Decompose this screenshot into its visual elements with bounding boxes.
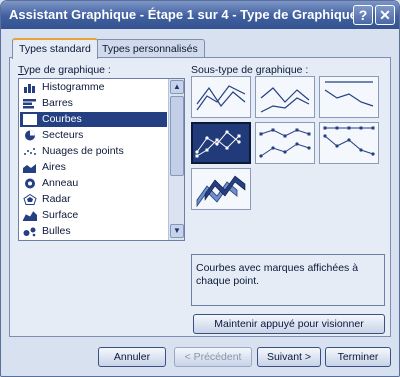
bubble-chart-icon xyxy=(23,226,37,237)
chart-wizard-dialog: Assistant Graphique - Étape 1 sur 4 - Ty… xyxy=(0,0,400,377)
subtype-label: Sous-type de graphique : xyxy=(191,64,309,76)
tab-panel: Type de graphique : Histogramme Barres Cou… xyxy=(9,57,391,337)
subtype-thumbnail xyxy=(324,81,374,107)
subtype-thumbnail xyxy=(260,87,310,113)
next-button[interactable]: Suivant > xyxy=(257,347,321,367)
chart-type-label: Type de graphique : xyxy=(18,64,111,76)
subtype-3d-line[interactable] xyxy=(191,168,251,210)
subtype-line[interactable] xyxy=(191,76,251,118)
chart-type-label-text: ype de graphique : xyxy=(23,64,111,76)
subtype-thumbnail xyxy=(323,126,375,156)
area-chart-icon xyxy=(23,162,37,173)
previous-button[interactable]: < Précédent xyxy=(174,347,252,367)
chart-type-item-anneau[interactable]: Anneau xyxy=(20,176,167,191)
chart-type-scrollbar[interactable]: ▲ ▼ xyxy=(168,79,184,240)
chart-type-list[interactable]: Histogramme Barres Courbes Secteurs Nuages d… xyxy=(18,78,185,241)
radar-chart-icon xyxy=(23,193,37,205)
subtype-thumbnail xyxy=(196,85,246,111)
tab-standard-types[interactable]: Types standard xyxy=(12,38,98,59)
chart-type-item-label: Radar xyxy=(42,193,71,205)
close-button[interactable]: ✕ xyxy=(375,5,395,25)
chart-type-item-barres[interactable]: Barres xyxy=(20,96,167,111)
subtype-thumbnail xyxy=(259,128,311,158)
chart-type-item-label: Secteurs xyxy=(42,129,84,141)
chart-type-item-label: Courbes xyxy=(42,113,82,125)
surface-chart-icon xyxy=(23,210,37,221)
chart-type-item-label: Nuages de points xyxy=(42,145,124,157)
chart-type-item-label: Aires xyxy=(42,161,66,173)
subtype-line-with-markers[interactable] xyxy=(191,122,251,164)
subtype-thumbnail xyxy=(195,130,241,158)
chart-type-item-label: Histogramme xyxy=(42,81,105,93)
tab-standard-types-label: Types standard xyxy=(19,43,91,55)
scroll-up-button[interactable]: ▲ xyxy=(170,80,184,94)
chart-type-item-aires[interactable]: Aires xyxy=(20,160,167,175)
chart-type-item-radar[interactable]: Radar xyxy=(20,192,167,207)
subtype-100-stacked-line[interactable] xyxy=(319,76,379,118)
chart-type-item-label: Bulles xyxy=(42,225,71,237)
chart-type-item-surface[interactable]: Surface xyxy=(20,208,167,223)
histogram-icon xyxy=(23,82,37,93)
help-button[interactable]: ? xyxy=(353,5,373,25)
cancel-button[interactable]: Annuler xyxy=(98,347,166,367)
scatter-chart-icon xyxy=(23,146,37,157)
scroll-thumb[interactable] xyxy=(170,96,184,176)
subtype-stacked-line-with-markers[interactable] xyxy=(255,122,315,164)
chart-type-item-nuages-de-points[interactable]: Nuages de points xyxy=(20,144,167,159)
scroll-down-button[interactable]: ▼ xyxy=(170,224,184,238)
chart-type-item-label: Surface xyxy=(42,209,79,221)
bar-chart-icon xyxy=(23,98,37,109)
chart-type-item-secteurs[interactable]: Secteurs xyxy=(20,128,167,143)
finish-button[interactable]: Terminer xyxy=(325,347,391,367)
subtype-100-stacked-line-with-markers[interactable] xyxy=(319,122,379,164)
chart-type-item-courbes[interactable]: Courbes xyxy=(20,112,167,127)
tab-custom-types-label: Types personnalisés xyxy=(102,43,198,55)
preview-button[interactable]: Maintenir appuyé pour visionner xyxy=(193,314,385,334)
chart-type-item-bulles[interactable]: Bulles xyxy=(20,224,167,239)
line-chart-icon xyxy=(22,113,38,126)
chart-type-item-label: Anneau xyxy=(42,177,79,189)
subtype-thumbnail xyxy=(196,175,246,208)
tab-custom-types[interactable]: Types personnalisés xyxy=(95,39,205,58)
pie-chart-icon xyxy=(23,130,37,141)
chart-type-item-histogramme[interactable]: Histogramme xyxy=(20,80,167,95)
chart-type-item-label: Barres xyxy=(42,97,73,109)
subtype-description: Courbes avec marques affichées à chaque … xyxy=(191,254,385,306)
title-bar[interactable]: Assistant Graphique - Étape 1 sur 4 - Ty… xyxy=(1,1,399,29)
window-title: Assistant Graphique - Étape 1 sur 4 - Ty… xyxy=(9,7,357,22)
doughnut-chart-icon xyxy=(23,178,37,189)
subtype-stacked-line[interactable] xyxy=(255,76,315,118)
